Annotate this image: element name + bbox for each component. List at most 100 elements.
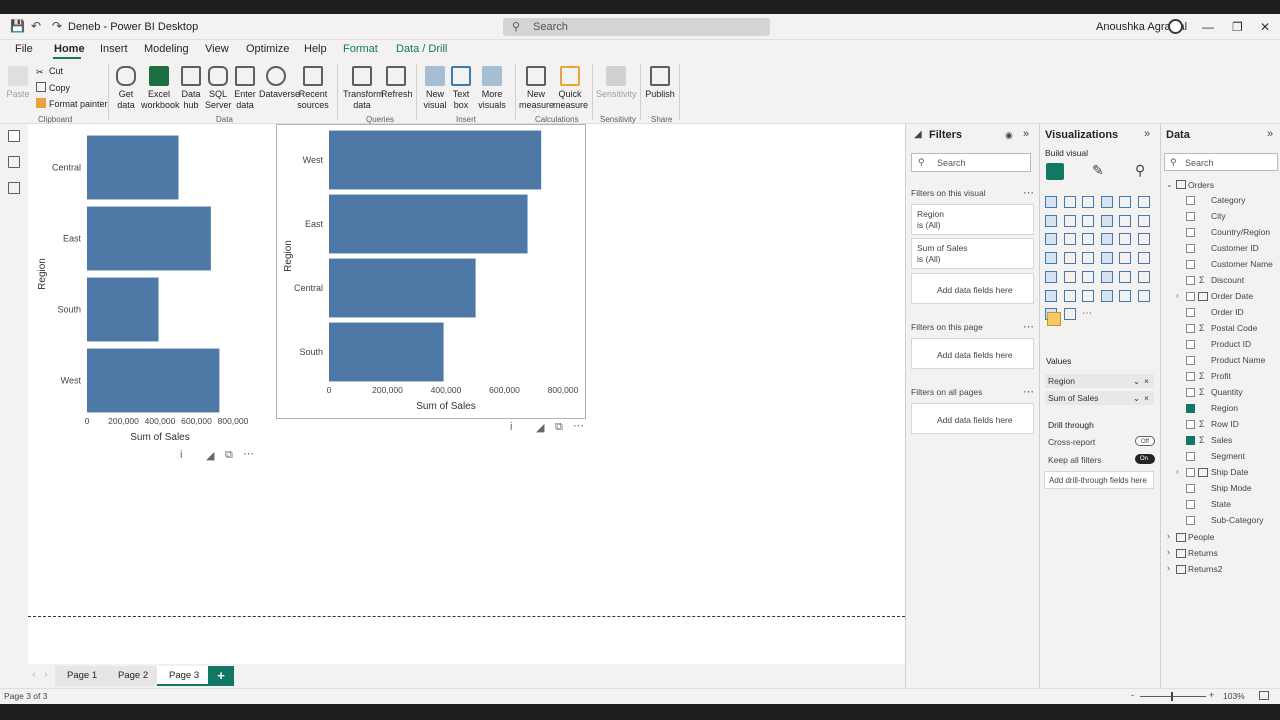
tab-help[interactable]: Help <box>304 43 327 55</box>
page-tab-3[interactable]: Page 3 <box>157 666 212 686</box>
field-item[interactable]: Country/Region <box>1161 226 1280 240</box>
field-item[interactable]: Σ Postal Code <box>1161 322 1280 336</box>
field-item[interactable]: Region <box>1161 402 1280 416</box>
waterfall-icon[interactable] <box>1137 214 1150 227</box>
more-visuals-icon[interactable] <box>1063 308 1076 321</box>
field-item[interactable]: Ship Mode <box>1161 482 1280 496</box>
bar-west[interactable] <box>87 348 220 413</box>
gauge-icon[interactable] <box>1082 252 1094 265</box>
field-checkbox[interactable] <box>1186 212 1195 221</box>
multi-row-card-icon[interactable] <box>1119 252 1131 265</box>
bar-central[interactable] <box>87 135 179 200</box>
chevron-down-icon[interactable]: ⌄ <box>1133 374 1140 388</box>
field-item[interactable]: City <box>1161 210 1280 224</box>
zoom-slider-thumb[interactable] <box>1171 692 1173 701</box>
field-checkbox[interactable] <box>1186 404 1195 413</box>
100-column-icon[interactable] <box>1137 196 1150 208</box>
add-visual-filter-drop[interactable]: Add data fields here <box>911 273 1034 304</box>
tab-modeling[interactable]: Modeling <box>144 43 189 55</box>
field-item[interactable]: › Ship Date <box>1161 466 1280 480</box>
save-icon[interactable]: 💾 <box>10 19 25 33</box>
field-checkbox[interactable] <box>1186 292 1195 301</box>
chevron-down-icon[interactable]: ⌄ <box>1166 180 1173 189</box>
redo-icon[interactable]: ↷ <box>52 19 62 33</box>
ellipsis-icon[interactable]: ⋯ <box>1082 308 1094 320</box>
field-checkbox[interactable] <box>1186 244 1195 253</box>
filter-icon[interactable]: ◢ <box>536 421 544 434</box>
filters-search-input[interactable]: ⚲ Search <box>911 153 1031 172</box>
chevron-right-icon[interactable]: › <box>1167 547 1170 557</box>
area-chart-icon[interactable] <box>1063 214 1076 227</box>
deneb-icon[interactable] <box>1047 312 1061 327</box>
bar-chart-visual-1[interactable]: Central East South West 0 200,000 400,000 600,0… <box>35 128 257 448</box>
field-checkbox[interactable] <box>1186 452 1195 461</box>
fit-to-page-icon[interactable] <box>1259 691 1269 700</box>
quick-measure-button[interactable]: Quick measure <box>553 62 588 111</box>
field-checkbox[interactable] <box>1186 228 1195 237</box>
next-page-icon[interactable]: › <box>44 669 48 681</box>
chevron-right-icon[interactable]: › <box>1167 563 1170 573</box>
paginated-icon[interactable] <box>1100 289 1113 302</box>
sql-server-button[interactable]: SQL Server <box>205 62 232 111</box>
table-item[interactable]: › Returns2 <box>1161 563 1280 577</box>
more-options-icon[interactable]: ⋯ <box>1023 320 1034 333</box>
minimize-icon[interactable]: — <box>1202 20 1214 34</box>
cut-button[interactable]: ✂ Cut <box>36 66 63 77</box>
chevron-down-icon[interactable]: ⌄ <box>1133 391 1140 405</box>
remove-icon[interactable]: × <box>1144 391 1149 405</box>
100-bar-icon[interactable] <box>1119 196 1131 208</box>
value-well-region[interactable]: Region ⌄ × <box>1045 374 1154 388</box>
keep-all-filters-toggle[interactable]: On <box>1135 454 1155 464</box>
field-checkbox[interactable] <box>1186 484 1195 493</box>
more-options-icon[interactable]: ⋯ <box>243 447 254 460</box>
field-checkbox[interactable] <box>1186 468 1195 477</box>
field-checkbox[interactable] <box>1186 340 1195 349</box>
field-item[interactable]: Customer ID <box>1161 242 1280 256</box>
info-icon[interactable]: i <box>510 421 512 433</box>
clustered-bar-icon[interactable] <box>1082 196 1094 208</box>
more-options-icon[interactable]: ⋯ <box>1023 385 1034 398</box>
filter-card-sum-of-sales[interactable]: Sum of Sales is (All) <box>911 238 1034 269</box>
avatar[interactable] <box>1168 19 1183 34</box>
ribbon-chart-icon[interactable] <box>1119 214 1131 227</box>
page-tab-2[interactable]: Page 2 <box>106 666 161 686</box>
qa-icon[interactable] <box>1063 289 1076 302</box>
transform-data-button[interactable]: Transform data <box>343 62 384 111</box>
add-report-filter-drop[interactable]: Add data fields here <box>911 403 1034 434</box>
python-visual-icon[interactable] <box>1119 270 1131 283</box>
close-icon[interactable]: ✕ <box>1260 20 1270 34</box>
tab-format[interactable]: Format <box>343 43 378 55</box>
chevron-right-icon[interactable]: › <box>1176 291 1179 300</box>
collapse-icon[interactable]: » <box>1023 128 1029 140</box>
line-chart-icon[interactable] <box>1045 214 1057 227</box>
recent-sources-button[interactable]: Recent sources <box>295 62 331 111</box>
model-view-icon[interactable] <box>8 182 20 194</box>
restore-icon[interactable]: ❐ <box>1232 20 1243 34</box>
analytics-icon[interactable]: ⚲ <box>1135 162 1145 179</box>
zoom-in-icon[interactable]: + <box>1209 690 1214 700</box>
field-item[interactable]: Σ Profit <box>1161 370 1280 384</box>
chevron-right-icon[interactable]: › <box>1167 531 1170 541</box>
field-checkbox[interactable] <box>1186 260 1195 269</box>
refresh-button[interactable]: Refresh <box>381 62 413 100</box>
get-data-button[interactable]: Get data <box>112 62 140 111</box>
kpi-icon[interactable] <box>1137 252 1150 265</box>
new-visual-button[interactable]: New visual <box>421 62 449 111</box>
field-checkbox[interactable] <box>1186 420 1195 429</box>
field-item[interactable]: Product ID <box>1161 338 1280 352</box>
field-checkbox[interactable] <box>1186 388 1195 397</box>
field-checkbox[interactable] <box>1186 324 1195 333</box>
bar-central[interactable] <box>329 258 476 318</box>
format-painter-button[interactable]: Format painter <box>36 98 108 109</box>
narrative-icon[interactable] <box>1082 289 1094 302</box>
donut-icon[interactable] <box>1100 233 1113 246</box>
enter-data-button[interactable]: Enter data <box>232 62 258 111</box>
field-item[interactable]: Σ Sales <box>1161 434 1280 448</box>
key-influencers-icon[interactable] <box>1137 270 1150 283</box>
matrix-icon[interactable] <box>1082 270 1094 283</box>
bar-south[interactable] <box>329 322 444 382</box>
pie-icon[interactable] <box>1082 233 1094 246</box>
field-item[interactable]: Order ID <box>1161 306 1280 320</box>
r-visual-icon[interactable] <box>1100 270 1113 283</box>
more-options-icon[interactable]: ⋯ <box>573 419 584 432</box>
